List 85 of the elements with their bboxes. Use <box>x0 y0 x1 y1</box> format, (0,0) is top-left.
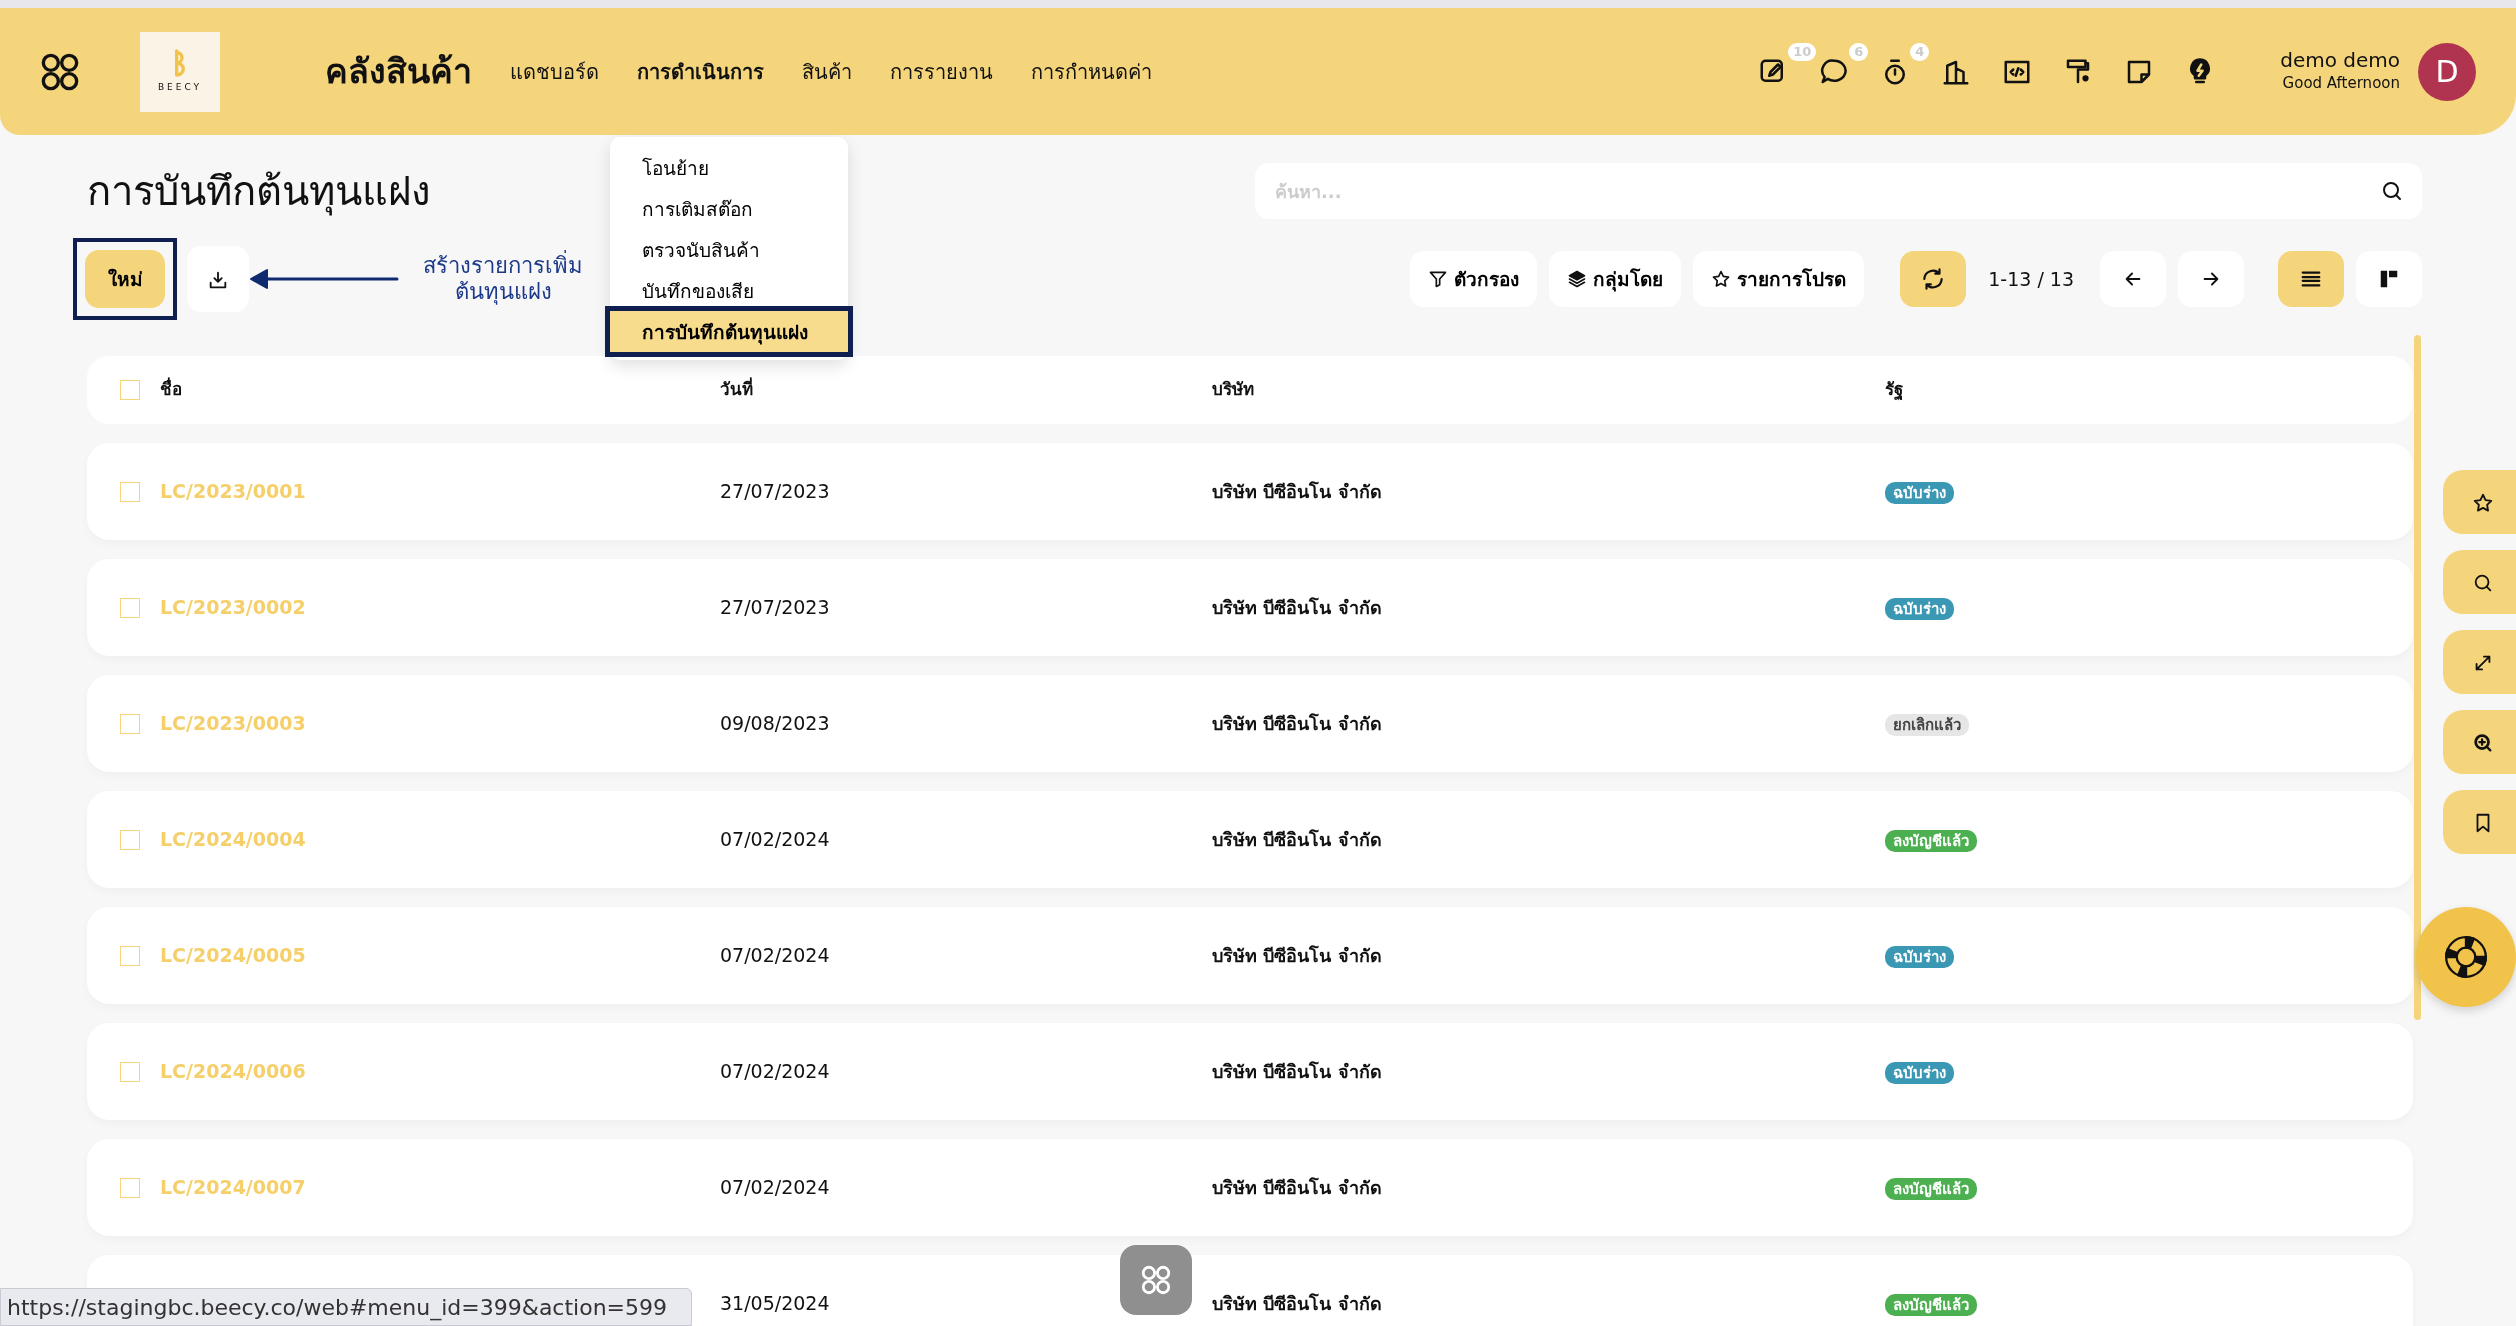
pager-text: 1-13 / 13 <box>1988 266 2074 292</box>
table-row[interactable]: LC/2024/0004 07/02/2024 บริษัท บีซีอินโน จำกัด ลงบัญชีแล้ว <box>87 791 2413 888</box>
company-text: บริษัท บีซีอินโน จำกัด <box>1212 944 1383 968</box>
greeting-text: Good Afternoon <box>2281 73 2400 95</box>
status-badge: ลงบัญชีแล้ว <box>1885 830 1977 853</box>
date-text: 27/07/2023 <box>720 479 831 505</box>
company-text: บริษัท บีซีอินโน จำกัด <box>1212 828 1383 852</box>
company-text: บริษัท บีซีอินโน จำกัด <box>1212 1176 1383 1200</box>
checkbox[interactable] <box>120 713 140 734</box>
dropdown-item[interactable]: ตรวจนับสินค้า <box>610 229 848 270</box>
app-menu-icon <box>1139 1263 1173 1297</box>
company-text: บริษัท บีซีอินโน จำกัด <box>1212 480 1383 504</box>
logo-icon <box>174 48 186 77</box>
dropdown-item[interactable]: บันทึกของเสีย <box>610 270 848 311</box>
new-button[interactable]: ใหม่ <box>85 250 165 308</box>
app-switcher-button[interactable] <box>1120 1245 1192 1315</box>
table-row[interactable]: LC/2023/0001 27/07/2023 บริษัท บีซีอินโน จำกัด ฉบับร่าง <box>87 443 2413 540</box>
menu-item[interactable]: การกำหนดค่า <box>1031 52 1152 91</box>
status-badge: ยกเลิกแล้ว <box>1885 714 1969 737</box>
download-button[interactable] <box>187 246 249 312</box>
date-text: 09/08/2023 <box>720 711 831 737</box>
app-menu-icon[interactable] <box>40 51 80 92</box>
refresh-button[interactable] <box>1900 251 1967 307</box>
list-view-button[interactable] <box>2278 251 2344 307</box>
checkbox[interactable] <box>120 829 140 850</box>
status-badge: ฉบับร่าง <box>1885 1062 1954 1085</box>
checkbox[interactable] <box>120 380 140 400</box>
company-text: บริษัท บีซีอินโน จำกัด <box>1212 1060 1383 1084</box>
column-header: วันที่ <box>720 377 754 402</box>
table-row[interactable]: LC/2023/0002 27/07/2023 บริษัท บีซีอินโน จำกัด ฉบับร่าง <box>87 559 2413 656</box>
column-header: รัฐ <box>1885 378 1904 402</box>
user-avatar[interactable]: D <box>2418 42 2476 101</box>
date-text: 07/02/2024 <box>720 943 831 969</box>
filter-icon <box>1428 269 1449 289</box>
page-title: การบันทึกต้นทุนแฝง <box>87 167 431 215</box>
status-badge: ลงบัญชีแล้ว <box>1885 1178 1977 1201</box>
help-button[interactable] <box>2416 907 2516 1007</box>
kanban-view-button[interactable] <box>2356 251 2422 307</box>
table-row[interactable]: LC/2023/0003 09/08/2023 บริษัท บีซีอินโน จำกัด ยกเลิกแล้ว <box>87 675 2413 772</box>
dropdown-item[interactable]: โอนย้าย <box>610 147 848 188</box>
company-text: บริษัท บีซีอินโน จำกัด <box>1212 712 1383 736</box>
dropdown-item[interactable]: การเติมสต๊อก <box>610 188 848 229</box>
checkbox[interactable] <box>120 1061 140 1082</box>
checkbox[interactable] <box>120 481 140 502</box>
company-text: บริษัท บีซีอินโน จำกัด <box>1212 1292 1383 1316</box>
date-text: 31/05/2024 <box>720 1291 831 1317</box>
layers-icon <box>1567 269 1588 289</box>
filter-button[interactable]: ตัวกรอง <box>1410 251 1538 307</box>
company-text: บริษัท บีซีอินโน จำกัด <box>1212 596 1383 620</box>
zoom-in-icon <box>2472 731 2494 754</box>
logo-text: BEECY <box>157 80 203 94</box>
checkbox[interactable] <box>120 1177 140 1198</box>
star-icon <box>1711 269 1732 289</box>
column-header: ชื่อ <box>160 377 183 402</box>
status-badge: ฉบับร่าง <box>1885 482 1954 505</box>
favorites-button[interactable]: รายการโปรด <box>1693 251 1865 307</box>
kanban-icon <box>2378 268 2400 290</box>
column-header: บริษัท <box>1212 378 1255 402</box>
annotation-text: สร้างรายการเพิ่ม ต้นทุนแฝง <box>422 252 584 306</box>
search-icon[interactable] <box>2380 179 2404 203</box>
date-text: 27/07/2023 <box>720 595 831 621</box>
side-tool-button[interactable] <box>2443 470 2516 534</box>
status-url: https://stagingbc.beecy.co/web#menu_id=399&action=599 <box>0 1288 692 1326</box>
date-text: 07/02/2024 <box>720 827 831 853</box>
scrollbar[interactable] <box>2414 335 2421 1020</box>
menu-item[interactable]: สินค้า <box>802 52 852 91</box>
menu-item[interactable]: แดชบอร์ด <box>510 52 599 91</box>
table-row[interactable]: LC/2024/0005 07/02/2024 บริษัท บีซีอินโน จำกัด ฉบับร่าง <box>87 907 2413 1004</box>
date-text: 07/02/2024 <box>720 1175 831 1201</box>
checkbox[interactable] <box>120 945 140 966</box>
menu-item[interactable]: การดำเนินการ <box>637 52 764 91</box>
status-badge: ฉบับร่าง <box>1885 598 1954 621</box>
menu-item[interactable]: การรายงาน <box>890 52 993 91</box>
group-by-button[interactable]: กลุ่มโดย <box>1549 251 1682 307</box>
date-text: 07/02/2024 <box>720 1059 831 1085</box>
app-title: คลังสินค้า <box>325 50 472 93</box>
table-row[interactable]: LC/2024/0006 07/02/2024 บริษัท บีซีอินโน จำกัด ฉบับร่าง <box>87 1023 2413 1120</box>
checkbox[interactable] <box>120 597 140 618</box>
table-row[interactable]: LC/2024/0007 07/02/2024 บริษัท บีซีอินโน จำกัด ลงบัญชีแล้ว <box>87 1139 2413 1236</box>
status-badge: ลงบัญชีแล้ว <box>1885 1294 1977 1317</box>
side-tool-button[interactable] <box>2443 710 2516 774</box>
status-badge: ฉบับร่าง <box>1885 946 1954 969</box>
star-icon <box>2472 491 2494 514</box>
list-icon <box>2300 268 2322 290</box>
user-name: demo demo <box>2280 48 2400 73</box>
